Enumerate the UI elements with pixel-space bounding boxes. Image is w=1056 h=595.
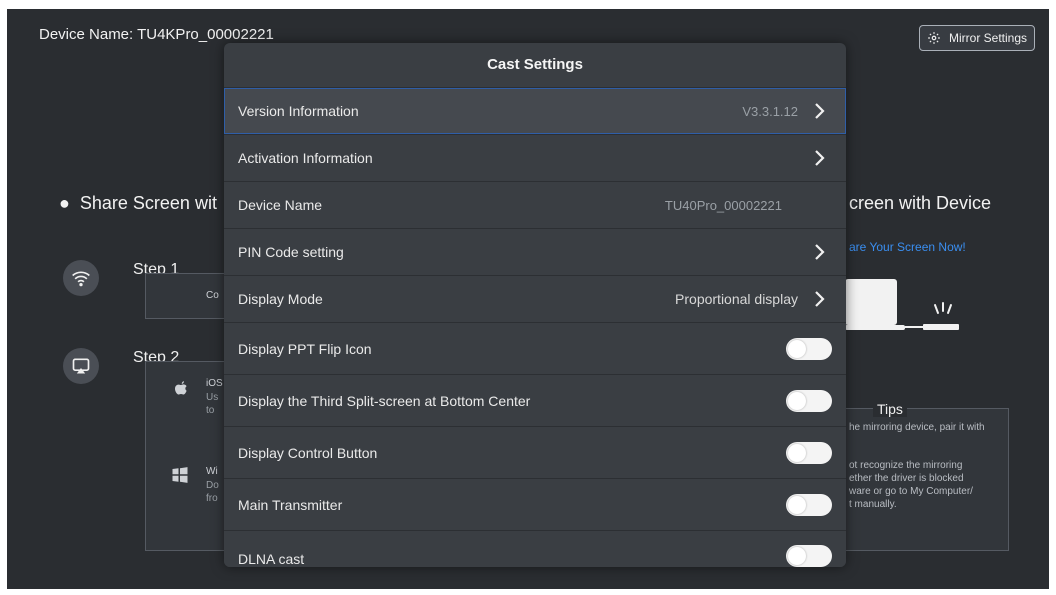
ios-text-line1: Us <box>206 392 219 403</box>
tips-line-3: ether the driver is blocked <box>849 473 964 484</box>
setting-row-device-name[interactable]: Device Name TU40Pro_00002221 <box>224 181 846 228</box>
screen: Device Name: TU4KPro_00002221 Mirror Set… <box>7 9 1049 589</box>
setting-label: Display Mode <box>238 291 323 307</box>
setting-row-main-transmitter[interactable]: Main Transmitter <box>224 478 846 530</box>
display-mode-value: Proportional display <box>675 291 798 307</box>
setting-row-version-information[interactable]: Version Information V3.3.1.12 <box>224 87 846 134</box>
tips-line-1: he mirroring device, pair it with <box>849 422 985 433</box>
tips-line-2: ot recognize the mirroring <box>849 460 963 471</box>
step2-box: iOS Us to Wi Do fro <box>145 361 229 551</box>
ios-label: iOS <box>206 378 223 389</box>
dialog-title: Cast Settings <box>487 56 583 73</box>
laptop-illustration <box>845 279 959 330</box>
gear-icon <box>928 32 940 44</box>
wifi-icon <box>63 260 99 296</box>
setting-row-control-button[interactable]: Display Control Button <box>224 426 846 478</box>
setting-row-activation-information[interactable]: Activation Information <box>224 134 846 181</box>
tips-line-5: t manually. <box>849 499 897 510</box>
share-with-device-heading: creen with Device <box>849 193 992 213</box>
version-value: V3.3.1.12 <box>742 103 798 119</box>
chevron-right-icon <box>815 103 825 119</box>
mirror-settings-label: Mirror Settings <box>948 31 1028 45</box>
setting-label: Display Control Button <box>238 444 378 461</box>
apple-icon <box>175 381 187 395</box>
mirror-settings-button[interactable]: Mirror Settings <box>919 25 1035 51</box>
windows-icon <box>172 467 188 483</box>
setting-row-ppt-flip-icon[interactable]: Display PPT Flip Icon <box>224 322 846 374</box>
setting-label: DLNA cast <box>238 551 305 567</box>
device-name-label: Device Name: TU4KPro_00002221 <box>39 26 274 43</box>
control-button-toggle[interactable] <box>786 441 832 464</box>
windows-text-line2: fro <box>206 493 218 504</box>
chevron-right-icon <box>815 291 825 307</box>
tips-line-4: ware or go to My Computer/ <box>849 486 973 497</box>
windows-text-line1: Do <box>206 480 219 491</box>
setting-label: Activation Information <box>238 150 373 166</box>
setting-row-third-split-screen[interactable]: Display the Third Split-screen at Bottom… <box>224 374 846 426</box>
setting-row-display-mode[interactable]: Display Mode Proportional display <box>224 275 846 322</box>
ios-text-line2: to <box>206 405 215 416</box>
setting-label: Display PPT Flip Icon <box>238 340 372 357</box>
step1-text: Co <box>206 290 219 301</box>
setting-label: Main Transmitter <box>238 496 343 513</box>
chevron-right-icon <box>815 244 825 260</box>
setting-row-pin-code[interactable]: PIN Code setting <box>224 228 846 275</box>
ppt-flip-toggle[interactable] <box>786 337 832 360</box>
screen-cast-icon <box>63 348 99 384</box>
cast-settings-dialog: Cast Settings Version Information V3.3.1… <box>224 43 846 567</box>
third-split-screen-toggle[interactable] <box>786 389 832 412</box>
step1-box: Co <box>145 273 229 319</box>
windows-label: Wi <box>206 466 218 477</box>
tips-title: Tips <box>873 401 907 417</box>
share-now-link[interactable]: are Your Screen Now! <box>849 240 966 254</box>
setting-label: PIN Code setting <box>238 244 344 260</box>
chevron-right-icon <box>815 150 825 166</box>
device-name-value: TU40Pro_00002221 <box>664 197 782 213</box>
setting-label: Device Name <box>238 197 323 213</box>
bullet-icon: ● <box>59 193 80 213</box>
share-screen-text: Share Screen wit <box>79 193 217 213</box>
setting-label: Display the Third Split-screen at Bottom… <box>238 392 531 409</box>
dlna-cast-toggle[interactable] <box>786 545 832 567</box>
main-transmitter-toggle[interactable] <box>786 493 832 516</box>
setting-row-dlna-cast[interactable]: DLNA cast <box>224 530 846 567</box>
setting-label: Version Information <box>238 103 359 119</box>
share-screen-heading: ● Share Screen wit <box>59 193 217 214</box>
